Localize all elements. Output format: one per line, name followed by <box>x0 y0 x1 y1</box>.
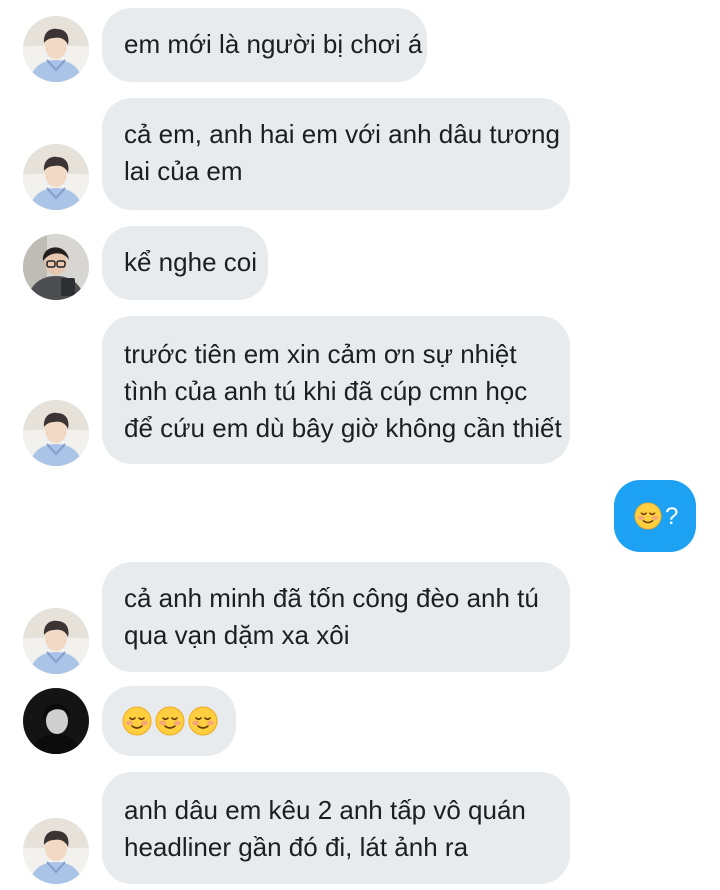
avatar[interactable] <box>23 608 89 674</box>
message-bubble[interactable]: cả em, anh hai em với anh dâu tương lai … <box>102 98 570 210</box>
smiling-face-icon <box>122 706 152 736</box>
avatar-image <box>23 234 89 300</box>
avatar[interactable] <box>23 234 89 300</box>
avatar[interactable] <box>23 400 89 466</box>
message-bubble[interactable]: em mới là người bị chơi á <box>102 8 427 82</box>
message-text: anh dâu em kêu 2 anh tấp vô quán <box>124 795 526 825</box>
smiling-face-icon <box>634 502 662 530</box>
message-text: cả anh minh đã tốn công đèo anh tú <box>124 583 539 613</box>
message-text: kể nghe coi <box>124 247 257 277</box>
message-text: headliner gần đó đi, lát ảnh ra <box>124 832 469 862</box>
avatar[interactable] <box>23 144 89 210</box>
smiling-face-icon <box>188 706 218 736</box>
message-text: trước tiên em xin cảm ơn sự nhiệt <box>124 339 517 369</box>
message-bubble[interactable]: trước tiên em xin cảm ơn sự nhiệt tình c… <box>102 316 570 464</box>
message-text: qua vạn dặm xa xôi <box>124 620 350 650</box>
message-text: để cứu em dù bây giờ không cần thiết <box>124 413 562 443</box>
avatar[interactable] <box>23 688 89 754</box>
avatar-image <box>23 16 89 82</box>
message-text: em mới là người bị chơi á <box>124 29 423 59</box>
message-bubble[interactable]: kể nghe coi <box>102 226 268 300</box>
message-bubble[interactable] <box>102 686 236 756</box>
avatar[interactable] <box>23 818 89 884</box>
message-text: cả em, anh hai em với anh dâu tương <box>124 119 560 149</box>
avatar-image <box>23 688 89 754</box>
message-bubble[interactable]: anh dâu em kêu 2 anh tấp vô quán headlin… <box>102 772 570 884</box>
message-text: lai của em <box>124 156 243 186</box>
avatar-image <box>23 608 89 674</box>
avatar-image <box>23 400 89 466</box>
avatar-image <box>23 144 89 210</box>
avatar-image <box>23 818 89 884</box>
outgoing-message-bubble[interactable]: ? <box>614 480 696 552</box>
message-text: ? <box>665 502 679 530</box>
avatar[interactable] <box>23 16 89 82</box>
message-bubble[interactable]: cả anh minh đã tốn công đèo anh tú qua v… <box>102 562 570 672</box>
smiling-face-icon <box>155 706 185 736</box>
message-text: tình của anh tú khi đã cúp cmn học <box>124 376 528 406</box>
